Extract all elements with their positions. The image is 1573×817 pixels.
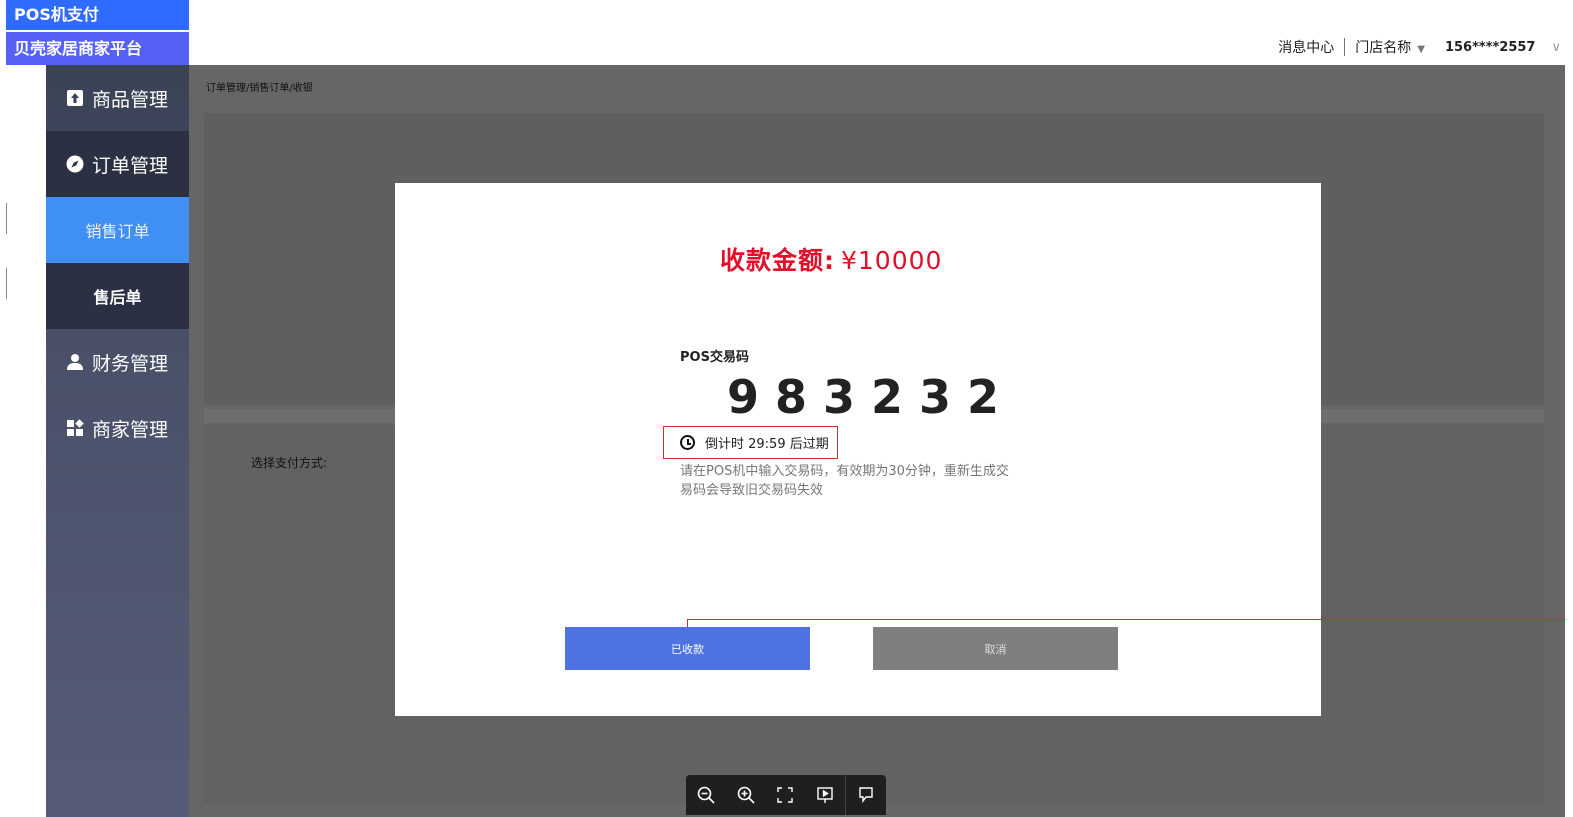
annotation-line (1321, 619, 1565, 620)
pos-code: 983232 (727, 370, 1016, 424)
top-header: 消息中心 门店名称 ▼ 156****2557 ∨ (1268, 30, 1573, 64)
sidebar-item-label: 财务管理 (92, 352, 169, 375)
store-selector[interactable]: 门店名称 ▼ (1345, 37, 1435, 57)
amount-value: ¥10000 (841, 246, 943, 275)
amount-display: 收款金额: ¥10000 (720, 241, 942, 277)
sidebar-item-sales-orders[interactable]: 销售订单 (46, 197, 189, 263)
caret-down-icon: ▼ (1417, 44, 1425, 55)
edge-mark (6, 268, 7, 299)
cancel-button[interactable]: 取消 (873, 627, 1118, 670)
apps-icon (66, 419, 84, 437)
sidebar-item-after-sales[interactable]: 售后单 (46, 263, 189, 329)
compass-icon (66, 155, 84, 173)
pos-payment-tag: POS机支付 (6, 0, 189, 30)
breadcrumb: 订单管理/销售订单/收银 (206, 83, 313, 94)
pos-payment-modal: 收款金额: ¥10000 POS交易码 983232 倒计时 29:59 后过期 … (395, 183, 1327, 716)
upload-square-icon (66, 89, 84, 107)
zoom-in-icon[interactable] (726, 775, 766, 815)
countdown-text: 倒计时 29:59 后过期 (705, 437, 829, 452)
fullscreen-icon[interactable] (766, 775, 806, 815)
comment-icon[interactable] (846, 775, 886, 815)
sidebar-item-label: 商家管理 (92, 418, 169, 441)
sidebar-item-merchant[interactable]: 商家管理 (46, 395, 189, 461)
edge-mark (6, 203, 7, 234)
user-icon (66, 353, 84, 371)
sidebar-item-finance[interactable]: 财务管理 (46, 329, 189, 395)
pay-method-label: 选择支付方式: (251, 456, 328, 470)
viewer-toolbar (686, 775, 886, 815)
platform-name: 贝壳家居商家平台 (6, 32, 189, 65)
countdown-box: 倒计时 29:59 后过期 (663, 426, 838, 459)
annotation-line (687, 619, 1327, 620)
sidebar-item-products[interactable]: 商品管理 (46, 65, 189, 131)
present-icon[interactable] (805, 775, 845, 815)
message-center-link[interactable]: 消息中心 (1268, 37, 1344, 57)
sidebar: 商品管理 订单管理 销售订单 售后单 财务管理 商家管理 (46, 65, 189, 817)
sidebar-item-label: 订单管理 (92, 154, 169, 177)
user-account[interactable]: 156****2557 (1435, 40, 1546, 55)
pos-code-hint: 请在POS机中输入交易码，有效期为30分钟，重新生成交易码会导致旧交易码失效 (680, 464, 1009, 498)
annotation-line (687, 619, 688, 627)
pos-code-label: POS交易码 (680, 350, 749, 365)
sidebar-item-label: 商品管理 (92, 88, 169, 111)
chevron-down-icon[interactable]: ∨ (1545, 40, 1573, 55)
confirm-received-button[interactable]: 已收款 (565, 627, 810, 670)
store-name: 门店名称 (1355, 40, 1412, 56)
zoom-out-icon[interactable] (686, 775, 726, 815)
sidebar-item-orders[interactable]: 订单管理 (46, 131, 189, 197)
clock-icon (680, 435, 695, 450)
amount-label: 收款金额: (720, 246, 835, 275)
